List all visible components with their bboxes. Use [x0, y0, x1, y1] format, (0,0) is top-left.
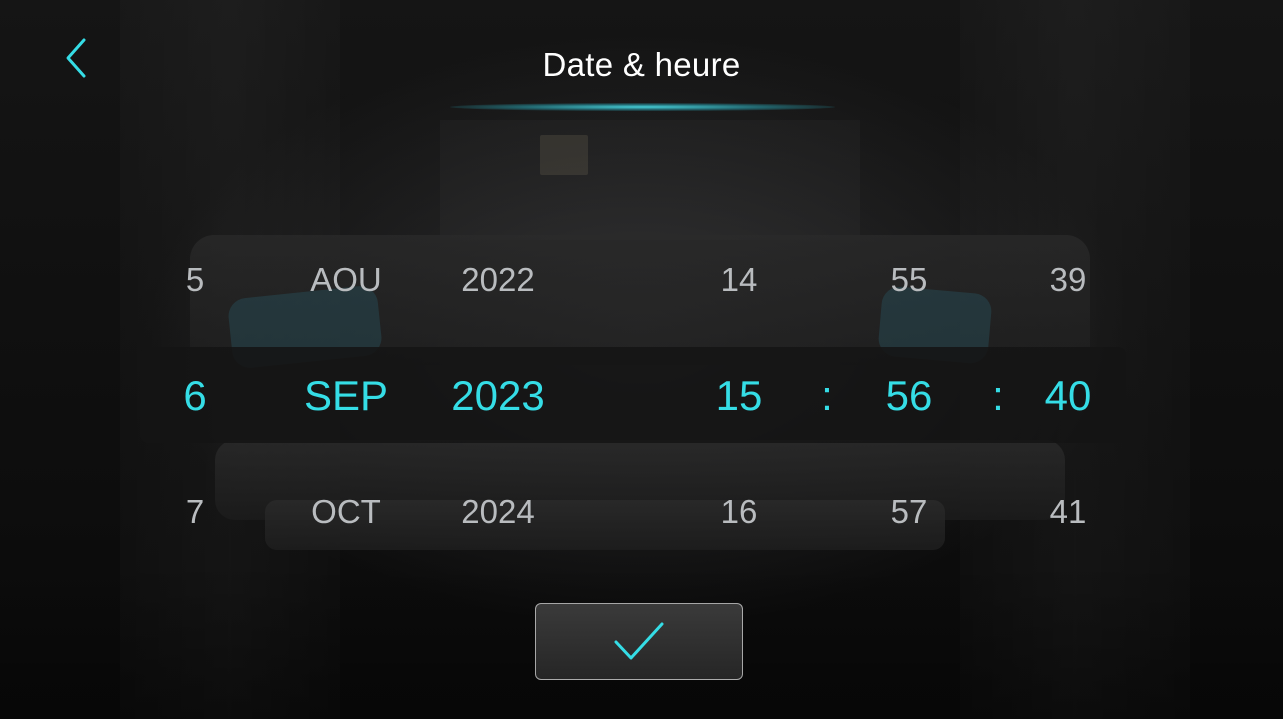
year-selected-value[interactable]: 2023 — [428, 372, 568, 420]
second-next-option[interactable]: 41 — [998, 493, 1138, 531]
minute-selected-value[interactable]: 56 — [839, 372, 979, 420]
day-next-option[interactable]: 7 — [125, 493, 265, 531]
hour-previous-option[interactable]: 14 — [669, 261, 809, 299]
minute-next-option[interactable]: 57 — [839, 493, 979, 531]
checkmark-icon — [614, 622, 664, 660]
hour-selected-value[interactable]: 15 — [669, 372, 809, 420]
confirm-button[interactable] — [535, 603, 743, 680]
title-underline — [450, 103, 835, 111]
page-title: Date & heure — [542, 46, 741, 83]
second-previous-option[interactable]: 39 — [998, 261, 1138, 299]
date-time-settings-screen: Date & heure 5 6 7 AOU SEP OCT 2022 2023… — [0, 0, 1283, 719]
background-wall — [440, 120, 860, 240]
month-previous-option[interactable]: AOU — [276, 261, 416, 299]
year-previous-option[interactable]: 2022 — [428, 261, 568, 299]
day-selected-value[interactable]: 6 — [125, 372, 265, 420]
month-selected-value[interactable]: SEP — [276, 372, 416, 420]
year-next-option[interactable]: 2024 — [428, 493, 568, 531]
minute-previous-option[interactable]: 55 — [839, 261, 979, 299]
background-picture-frame — [540, 135, 588, 175]
second-selected-value[interactable]: 40 — [998, 372, 1138, 420]
background-sofa-back — [190, 235, 1090, 365]
month-next-option[interactable]: OCT — [276, 493, 416, 531]
hour-next-option[interactable]: 16 — [669, 493, 809, 531]
day-previous-option[interactable]: 5 — [125, 261, 265, 299]
